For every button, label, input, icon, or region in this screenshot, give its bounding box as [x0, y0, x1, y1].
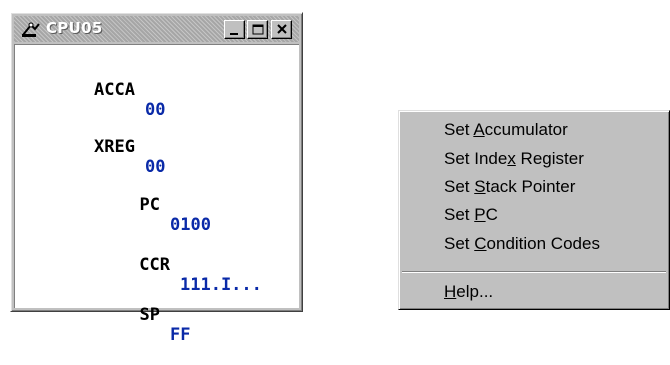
- close-icon: [277, 24, 287, 34]
- menu-item-text: tack Pointer: [485, 177, 576, 196]
- register-row-xreg[interactable]: XREG 00: [15, 117, 295, 177]
- register-label: CCR: [139, 255, 170, 275]
- window-titlebar[interactable]: CPU05: [14, 16, 299, 42]
- menu-item-text: Set: [444, 234, 475, 253]
- menu-item-text: Set Inde: [444, 149, 508, 168]
- menu-separator: [402, 271, 666, 273]
- register-value: FF: [170, 325, 191, 345]
- maximize-icon: [252, 24, 264, 35]
- menu-item-accelerator: H: [444, 282, 457, 301]
- menu-item-text: elp...: [456, 282, 494, 301]
- minimize-icon: [230, 33, 238, 35]
- menu-item-set-accumulator[interactable]: Set Accumulator: [401, 117, 667, 143]
- register-label: PC: [139, 195, 160, 215]
- context-menu: Set Accumulator Set Index Register Set S…: [398, 110, 670, 310]
- maximize-button[interactable]: [247, 20, 268, 39]
- register-panel: ACCA 00 XREG 00 PC 0100 CCR 111.I... SP …: [14, 44, 299, 345]
- minimize-button[interactable]: [224, 20, 245, 39]
- menu-item-text: C: [485, 205, 498, 224]
- register-value: 00: [145, 157, 166, 177]
- menu-item-accelerator: x: [507, 149, 516, 168]
- menu-item-text: Register: [515, 149, 584, 168]
- window-title: CPU05: [46, 19, 103, 37]
- menu-item-text: ondition Codes: [486, 234, 600, 253]
- menu-item-accelerator: A: [473, 120, 485, 139]
- menu-item-set-pc[interactable]: Set PC: [401, 202, 667, 228]
- register-row-pc[interactable]: PC 0100: [15, 175, 295, 235]
- register-label: ACCA: [94, 80, 135, 100]
- cpu05-window: CPU05 ACCA 00 XREG 00 PC 0100 CCR 111.I.…: [10, 12, 303, 345]
- register-label: XREG: [94, 137, 135, 157]
- menu-item-accelerator: C: [474, 234, 487, 253]
- menu-item-text: ccumulator: [484, 120, 568, 139]
- register-row-acca[interactable]: ACCA 00: [15, 60, 295, 120]
- cpu-app-icon: [22, 22, 40, 37]
- close-button[interactable]: [271, 20, 292, 39]
- menu-item-text: Set: [444, 177, 475, 196]
- menu-item-accelerator: S: [474, 177, 486, 196]
- register-label: SP: [139, 305, 160, 325]
- menu-item-set-index-register[interactable]: Set Index Register: [401, 146, 667, 172]
- menu-item-set-stack-pointer[interactable]: Set Stack Pointer: [401, 174, 667, 200]
- menu-item-text: Set: [444, 120, 474, 139]
- menu-item-accelerator: P: [474, 205, 486, 224]
- menu-item-set-condition-codes[interactable]: Set Condition Codes: [401, 231, 667, 257]
- menu-item-help[interactable]: Help...: [401, 279, 667, 305]
- register-value: 0100: [170, 215, 211, 235]
- menu-item-text: Set: [444, 205, 475, 224]
- register-row-ccr[interactable]: CCR 111.I...: [15, 235, 295, 295]
- register-row-sp[interactable]: SP FF: [15, 285, 295, 345]
